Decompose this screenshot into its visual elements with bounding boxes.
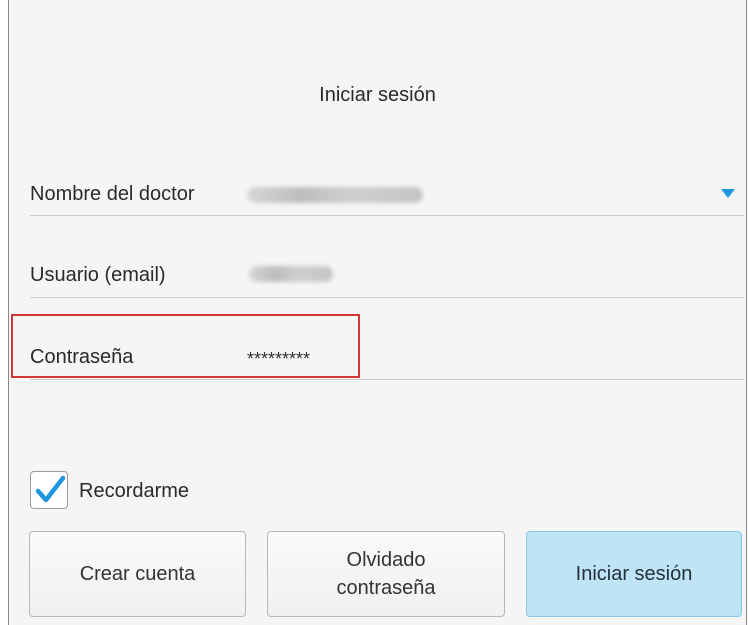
page-title: Iniciar sesión xyxy=(319,84,436,106)
email-value[interactable] xyxy=(249,266,333,282)
password-underline xyxy=(30,379,744,380)
create-account-label: Crear cuenta xyxy=(79,562,196,585)
password-highlight-box xyxy=(11,314,360,378)
doctor-name-underline xyxy=(30,215,744,216)
remember-checkbox[interactable] xyxy=(30,471,68,509)
email-underline xyxy=(30,297,744,298)
login-button-label: Iniciar sesión xyxy=(575,562,693,585)
forgot-line-1: Olvidado xyxy=(346,549,426,571)
chevron-down-icon[interactable] xyxy=(721,189,735,198)
login-window: Iniciar sesión Nombre del doctor Usuario… xyxy=(8,0,747,625)
doctor-name-value xyxy=(247,187,423,203)
forgot-line-2: contraseña xyxy=(336,577,436,599)
doctor-name-label: Nombre del doctor xyxy=(30,183,195,205)
email-label: Usuario (email) xyxy=(30,264,166,286)
login-button[interactable]: Iniciar sesión xyxy=(526,531,742,617)
forgot-password-label: Olvidado contraseña xyxy=(337,546,436,602)
create-account-button[interactable]: Crear cuenta xyxy=(29,531,246,617)
forgot-password-button[interactable]: Olvidado contraseña xyxy=(267,531,505,617)
checkmark-icon xyxy=(35,475,66,503)
remember-label: Recordarme xyxy=(79,480,190,502)
